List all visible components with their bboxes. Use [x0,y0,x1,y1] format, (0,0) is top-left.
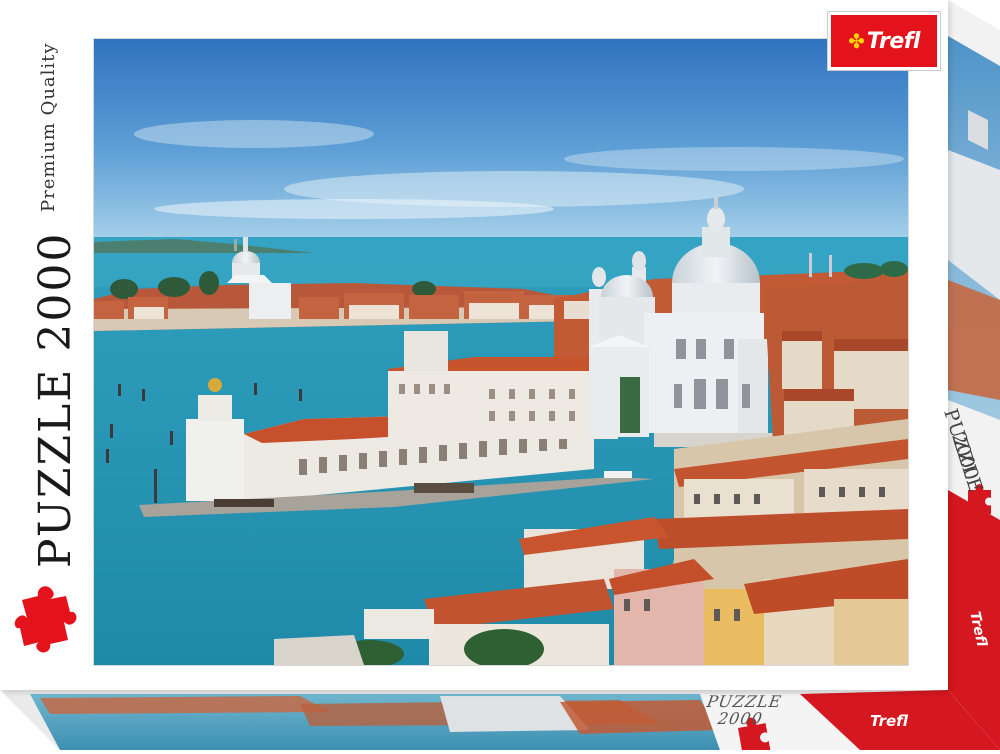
bottom-brand: Trefl [870,712,908,730]
tagline: Premium Quality [38,42,59,212]
venice-photo [93,38,909,666]
bottom-count-label: 2000 [714,709,767,728]
puzzle-box: Premium Quality PUZZLE 2000 ✤ Trefl PUZZ… [0,0,1000,754]
box-bottom-face [0,690,1000,754]
trefl-logo: ✤ Trefl [828,12,940,70]
product-title: PUZZLE 2000 [30,231,81,568]
clover-icon: ✤ [848,29,865,53]
puzzle-piece-icon [14,586,77,653]
brand-name: Trefl [866,28,920,54]
